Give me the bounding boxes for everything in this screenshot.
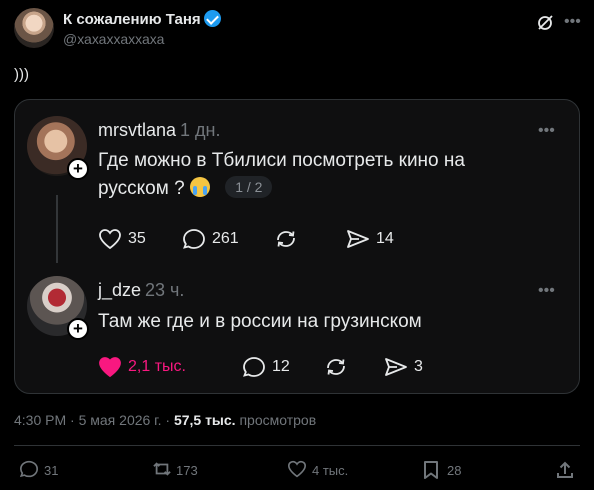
meta-separator: · bbox=[70, 412, 75, 428]
heart-icon bbox=[99, 357, 121, 378]
like-count: 2,1 тыс. bbox=[128, 358, 186, 375]
more-icon[interactable]: ••• bbox=[538, 122, 555, 140]
reply-count: 12 bbox=[272, 358, 290, 375]
reply-icon bbox=[243, 357, 265, 377]
post-text: ))) bbox=[14, 66, 29, 83]
crying-emoji-icon bbox=[189, 177, 210, 197]
upload-icon bbox=[557, 461, 573, 478]
heart-icon bbox=[287, 460, 307, 478]
reply-icon bbox=[183, 229, 205, 249]
reply-actions: 35 261 14 bbox=[98, 226, 398, 252]
reply-time: 23 ч. bbox=[145, 280, 185, 300]
reply-time: 1 дн. bbox=[180, 120, 221, 140]
reply-author-name[interactable]: mrsvtlana bbox=[98, 120, 176, 140]
share-count: 3 bbox=[414, 358, 423, 375]
more-icon[interactable]: ••• bbox=[538, 282, 555, 300]
thread-line bbox=[56, 195, 58, 263]
post-time[interactable]: 4:30 PM bbox=[14, 412, 66, 428]
post-meta: 4:30 PM · 5 мая 2026 г. · 57,5 тыс. прос… bbox=[14, 412, 316, 428]
reply-text: Где можно в Тбилиси посмотреть кино на р… bbox=[98, 147, 538, 203]
like-count: 35 bbox=[128, 230, 146, 247]
share-icon bbox=[385, 358, 407, 376]
reply-count: 31 bbox=[44, 463, 59, 478]
reply-text: Там же где и в россии на грузинском bbox=[98, 311, 422, 332]
meta-separator: · bbox=[165, 412, 171, 428]
share-count: 14 bbox=[376, 230, 394, 247]
reply-author[interactable]: mrsvtlana 1 дн. bbox=[98, 120, 221, 141]
post-header: К сожалению Таня @хахаххаххаха ••• bbox=[14, 6, 581, 50]
repost-count: 173 bbox=[176, 463, 198, 478]
follow-plus-icon[interactable]: + bbox=[67, 318, 89, 340]
repost-icon bbox=[277, 231, 295, 247]
views-label: просмотров bbox=[239, 412, 317, 428]
verified-icon bbox=[203, 10, 221, 27]
follow-plus-icon[interactable]: + bbox=[67, 158, 89, 180]
repost-icon bbox=[327, 359, 345, 375]
post-actions-bar: 31 173 4 тыс. 28 bbox=[0, 455, 594, 485]
reply-author[interactable]: j_dze 23 ч. bbox=[98, 280, 184, 301]
reply-text-line2: русском ? bbox=[98, 178, 185, 199]
thread-pager[interactable]: 1 / 2 bbox=[225, 176, 273, 198]
reply-text-line1: Где можно в Тбилиси посмотреть кино на bbox=[98, 150, 465, 171]
post-date[interactable]: 5 мая 2026 г. bbox=[79, 412, 162, 428]
share-icon bbox=[347, 230, 369, 248]
author-avatar[interactable] bbox=[14, 8, 54, 48]
bookmark-icon bbox=[424, 461, 438, 479]
reply-count: 261 bbox=[212, 230, 239, 247]
thread-reply: + j_dze 23 ч. ••• Там же где и в россии н… bbox=[15, 270, 579, 395]
reply-icon bbox=[19, 460, 39, 478]
embedded-thread-card[interactable]: + mrsvtlana 1 дн. ••• Где можно в Тбилиси… bbox=[14, 99, 580, 394]
divider bbox=[14, 445, 580, 446]
author-name-text[interactable]: К сожалению Таня bbox=[63, 11, 201, 28]
reply-author-name[interactable]: j_dze bbox=[98, 280, 141, 300]
thread-reply: + mrsvtlana 1 дн. ••• Где можно в Тбилиси… bbox=[15, 100, 579, 263]
grok-icon[interactable] bbox=[536, 14, 554, 32]
reply-actions: 2,1 тыс. 12 3 bbox=[98, 354, 428, 380]
heart-icon bbox=[99, 229, 121, 250]
like-count: 4 тыс. bbox=[312, 463, 349, 478]
repost-icon bbox=[153, 462, 171, 476]
author-handle[interactable]: @хахаххаххаха bbox=[63, 31, 164, 47]
more-icon[interactable]: ••• bbox=[564, 13, 581, 31]
view-count: 57,5 тыс. bbox=[173, 412, 236, 428]
bookmark-count: 28 bbox=[447, 463, 462, 478]
author-name[interactable]: К сожалению Таня bbox=[63, 10, 221, 28]
